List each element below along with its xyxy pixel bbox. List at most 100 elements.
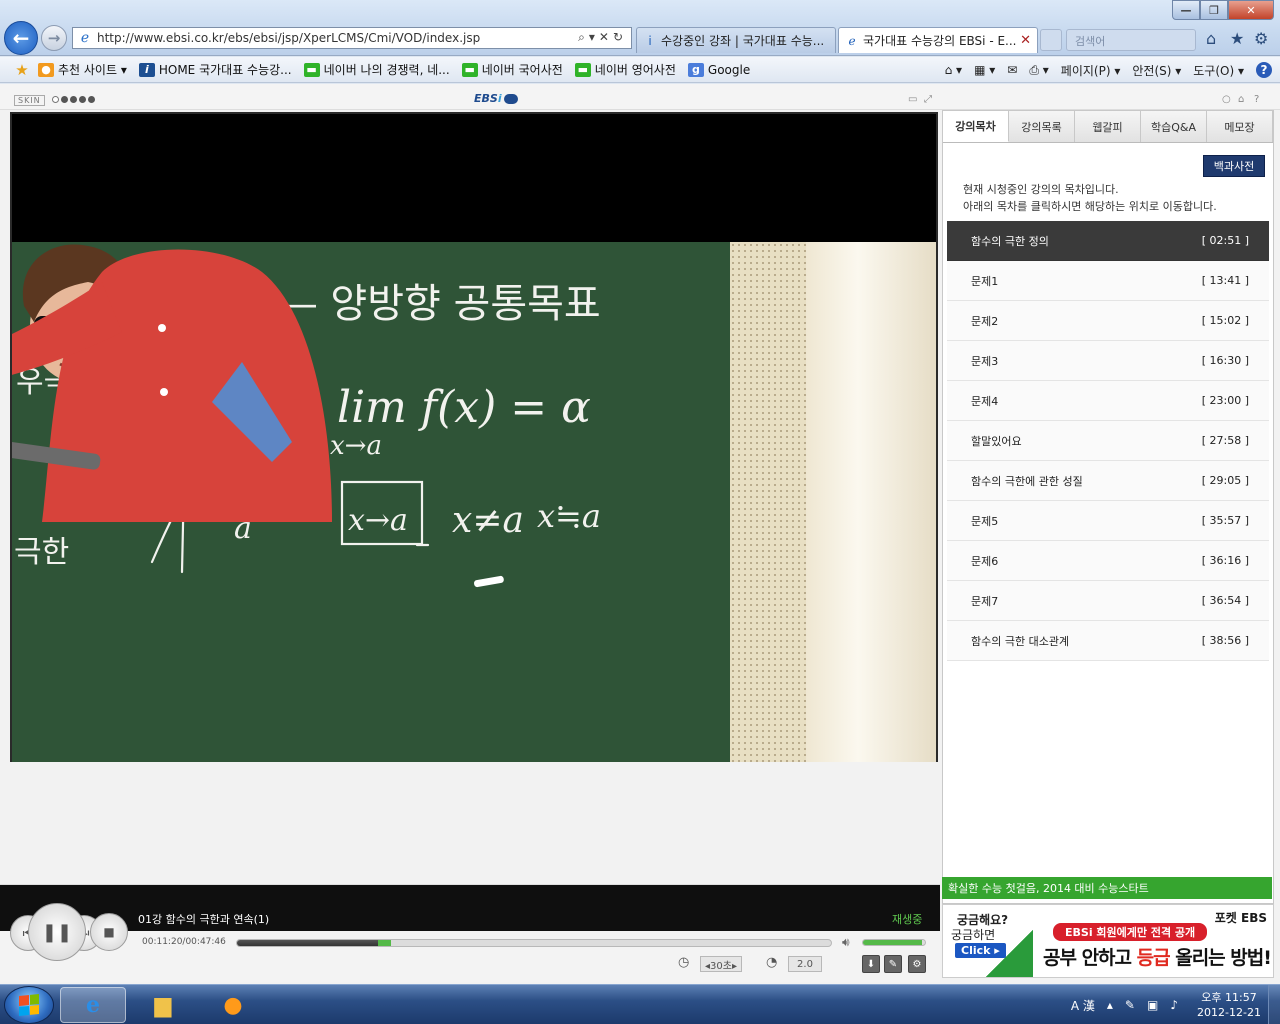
chapter-title: 함수의 극한 정의 (971, 234, 1049, 248)
tab-close-icon[interactable]: ✕ (1020, 33, 1031, 48)
volume-fill (863, 940, 922, 945)
fav-naver-korean-dict[interactable]: ▬ 네이버 국어사전 (461, 61, 563, 78)
ad-brand: 포켓 EBS (1214, 911, 1267, 925)
fav-naver-english-dict[interactable]: ▬ 네이버 영어사전 (574, 61, 676, 78)
pause-button[interactable]: ❚❚ (28, 903, 86, 961)
panel-footer-banner[interactable]: 확실한 수능 첫걸음, 2014 대비 수능스타트 (942, 877, 1272, 899)
home-small-icon[interactable]: ⌂ (1238, 94, 1244, 105)
progress-bar[interactable] (236, 939, 832, 947)
encyclopedia-button[interactable]: 백과사전 (1203, 155, 1265, 177)
chapter-title: 함수의 극한 대소관계 (971, 634, 1070, 648)
help-small-icon[interactable]: ? (1254, 94, 1259, 105)
safety-menu[interactable]: 안전(S) ▾ (1132, 62, 1181, 79)
maximize-button[interactable]: ❐ (1200, 0, 1228, 20)
progress-buffer (377, 940, 392, 946)
tab-bookmark[interactable]: 웹갈피 (1075, 111, 1141, 142)
tab-memo[interactable]: 메모장 (1207, 111, 1273, 142)
settings-icon[interactable]: ⚙ (908, 955, 926, 973)
tools-menu[interactable]: 도구(O) ▾ (1193, 62, 1244, 79)
circle-icon[interactable]: ○ (1222, 94, 1231, 105)
rss-icon[interactable]: ▦ ▾ (974, 63, 995, 77)
speed-control[interactable]: 2.0 (788, 956, 822, 972)
address-bar[interactable]: ℯ http://www.ebsi.co.kr/ebs/ebsi/jsp/Xpe… (72, 27, 632, 49)
speaker-icon[interactable]: ♪ (1170, 998, 1178, 1012)
home-icon[interactable]: ⌂ (1206, 29, 1216, 48)
player-page: SKIN EBSi ▭ ⤢ ○ ⌂ ? (2) 극한 — 양방향 공통목표 우극… (0, 84, 1280, 984)
ime-indicator[interactable]: A 漢 (1071, 997, 1095, 1014)
volume-icon[interactable]: 🔊︎ (842, 935, 850, 950)
back-button[interactable]: ← (4, 21, 38, 55)
stop-button[interactable]: ■ (90, 913, 128, 951)
chapter-item[interactable]: 함수의 극한 대소관계 [ 38:56 ] (947, 621, 1269, 661)
tab-player[interactable]: ℯ 국가대표 수능강의 EBSi - E... ✕ (838, 27, 1038, 53)
download-icon[interactable]: ⬇ (862, 955, 880, 973)
board-cond-1: x≠a (452, 500, 524, 541)
home-menu-icon[interactable]: ⌂ ▾ (945, 63, 962, 77)
window-controls: — ❐ ✕ (1172, 0, 1274, 20)
ad-click-button[interactable]: Click ▸ (955, 943, 1006, 958)
tab-qa[interactable]: 학습Q&A (1141, 111, 1207, 142)
tab-lecture-list[interactable]: 강의목록 (1009, 111, 1075, 142)
chapter-time: [ 36:54 ] (1201, 594, 1249, 607)
print-icon[interactable]: ⎙ ▾ (1029, 63, 1048, 78)
favorites-star[interactable]: ★ (14, 62, 34, 77)
fav-recommended[interactable]: ● 추천 사이트 ▾ (38, 61, 127, 78)
chapter-title: 문제7 (971, 594, 999, 608)
chapter-item[interactable]: 문제3 [ 16:30 ] (947, 341, 1269, 381)
folder-icon: ▆ (154, 992, 172, 1018)
chapter-item[interactable]: 문제2 [ 15:02 ] (947, 301, 1269, 341)
mail-icon[interactable]: ✉ (1007, 63, 1017, 77)
forward-button[interactable]: → (41, 25, 67, 51)
minimize-button[interactable]: — (1172, 0, 1200, 20)
fav-google[interactable]: g Google (687, 62, 750, 77)
chapter-title: 문제4 (971, 394, 999, 408)
fav-naver[interactable]: ▬ 네이버 나의 경쟁력, 네... (303, 61, 450, 78)
skip-30s-control[interactable]: ◂30초▸ (700, 956, 742, 972)
address-tools[interactable]: ⌕▾✕↻ (578, 30, 627, 45)
chapter-item[interactable]: 문제5 [ 35:57 ] (947, 501, 1269, 541)
clock[interactable]: 오후 11:57 2012-12-21 (1190, 990, 1268, 1020)
chapter-item[interactable]: 문제6 [ 36:16 ] (947, 541, 1269, 581)
ebsi-tab-icon: i (648, 33, 652, 48)
chapter-title: 문제2 (971, 314, 999, 328)
close-window-button[interactable]: ✕ (1228, 0, 1274, 20)
chapter-item[interactable]: 문제1 [ 13:41 ] (947, 261, 1269, 301)
chapter-item[interactable]: 문제7 [ 36:54 ] (947, 581, 1269, 621)
chapter-item[interactable]: 함수의 극한 정의 [ 02:51 ] (947, 221, 1269, 261)
pen-icon[interactable]: ✎ (884, 955, 902, 973)
volume-slider[interactable] (862, 939, 926, 946)
help-icon[interactable]: ? (1256, 62, 1272, 78)
start-button[interactable] (4, 986, 54, 1024)
arrow-left-icon: ← (12, 26, 30, 50)
network-icon[interactable]: ▣ (1147, 998, 1158, 1012)
chapter-time: [ 16:30 ] (1201, 354, 1249, 367)
gear-icon[interactable]: ⚙ (1254, 29, 1268, 48)
tab-label: 수강중인 강좌 | 국가대표 수능... (661, 34, 825, 48)
ad-banner[interactable]: 궁금해요? 궁금하면 Click ▸ 포켓 EBS EBSi 회원에게만 전격 … (942, 904, 1274, 978)
tab-courses[interactable]: i 수강중인 강좌 | 국가대표 수능... (636, 27, 836, 53)
fav-label: HOME 국가대표 수능강... (158, 63, 292, 77)
page-menu[interactable]: 페이지(P) ▾ (1061, 62, 1121, 79)
show-desktop-button[interactable] (1268, 985, 1280, 1024)
new-tab-button[interactable] (1040, 29, 1062, 51)
chapter-item[interactable]: 문제4 [ 23:00 ] (947, 381, 1269, 421)
tab-toc[interactable]: 강의목차 (943, 111, 1009, 142)
search-box[interactable]: 검색어 (1066, 29, 1196, 51)
fav-ebsi-home[interactable]: i HOME 국가대표 수능강... (138, 61, 292, 78)
taskbar-explorer[interactable]: ▆ (130, 987, 196, 1023)
tray-expand-icon[interactable]: ▴ (1107, 998, 1113, 1012)
naver-icon: ▬ (574, 62, 591, 77)
taskbar-ie[interactable]: e (60, 987, 126, 1023)
minimize-player-icon[interactable]: ▭ (908, 94, 917, 105)
ie-tab-icon: ℯ (848, 33, 856, 48)
skin-selector[interactable] (52, 96, 97, 103)
chapter-item[interactable]: 할말있어요 [ 27:58 ] (947, 421, 1269, 461)
tab-label: 국가대표 수능강의 EBSi - E... (863, 34, 1017, 48)
fullscreen-icon[interactable]: ⤢ (924, 94, 932, 105)
taskbar-app[interactable]: ● (200, 987, 266, 1023)
favorites-star-icon[interactable]: ★ (1230, 29, 1244, 48)
chapter-item[interactable]: 함수의 극한에 관한 성질 [ 29:05 ] (947, 461, 1269, 501)
video-player[interactable]: (2) 극한 — 양방향 공통목표 우극한 극한 lim f(x) = α x→… (10, 112, 938, 762)
lecture-panel: 강의목차 강의목록 웹갈피 학습Q&A 메모장 백과사전 현재 시청중인 강의의… (942, 110, 1274, 904)
pen-tray-icon[interactable]: ✎ (1125, 998, 1135, 1012)
